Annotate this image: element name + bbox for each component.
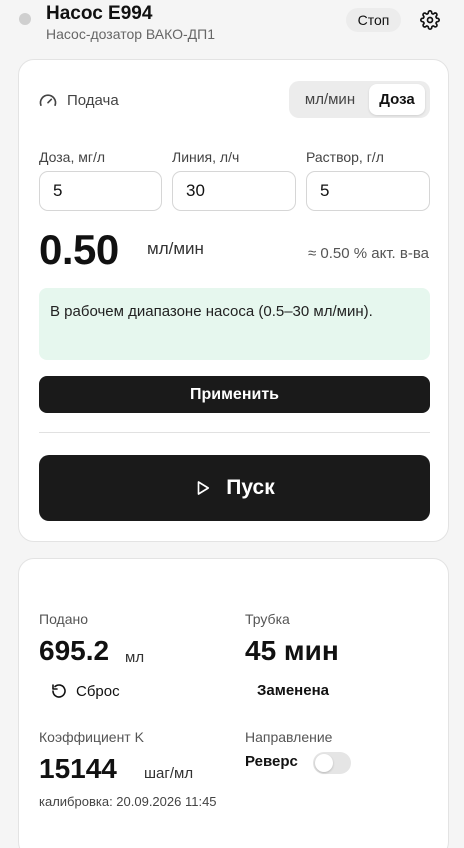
coef-label: Коэффициент K bbox=[39, 729, 144, 745]
header: Насос E994 Насос-дозатор ВАКО-ДП1 Стоп bbox=[0, 0, 464, 50]
solution-input[interactable] bbox=[306, 171, 430, 211]
mode-option-dose[interactable]: Доза bbox=[369, 84, 425, 115]
feed-card: Подача мл/мин Доза Доза, мг/л Линия, л/ч… bbox=[18, 59, 449, 542]
dose-input[interactable] bbox=[39, 171, 162, 211]
refresh-icon bbox=[51, 683, 67, 699]
feed-label: Подача bbox=[67, 92, 119, 109]
rate-value: 0.50 bbox=[39, 226, 119, 273]
tube-status: Заменена bbox=[257, 682, 329, 699]
mode-switch: мл/мин Доза bbox=[289, 81, 430, 118]
tube-label: Трубка bbox=[245, 611, 290, 627]
delivered-unit: мл bbox=[125, 649, 145, 666]
tube-value: 45 мин bbox=[245, 635, 339, 666]
reverse-label: Реверс bbox=[245, 753, 298, 770]
range-info: В рабочем диапазоне насоса (0.5–30 мл/ми… bbox=[39, 288, 430, 360]
concentration-text: ≈ 0.50 % акт. в-ва bbox=[308, 245, 429, 262]
gear-icon[interactable] bbox=[418, 8, 442, 32]
status-dot-icon bbox=[19, 13, 31, 25]
line-label: Линия, л/ч bbox=[172, 149, 240, 165]
gauge-icon bbox=[38, 91, 58, 111]
pump-subtitle: Насос-дозатор ВАКО-ДП1 bbox=[46, 26, 216, 42]
delivered-value: 695.2 bbox=[39, 635, 110, 666]
stats-card: Подано 695.2 мл Сброс Трубка 45 мин Заме… bbox=[18, 558, 449, 848]
apply-button[interactable]: Применить bbox=[39, 376, 430, 413]
reverse-toggle[interactable] bbox=[313, 752, 351, 774]
coef-unit: шаг/мл bbox=[144, 765, 194, 782]
solution-label: Раствор, г/л bbox=[306, 149, 384, 165]
dose-label: Доза, мг/л bbox=[39, 149, 106, 165]
delivered-label: Подано bbox=[39, 611, 89, 627]
toggle-knob bbox=[315, 754, 333, 772]
play-icon bbox=[194, 479, 212, 497]
coef-value: 15144 bbox=[39, 753, 117, 784]
mode-option-rate[interactable]: мл/мин bbox=[293, 84, 367, 115]
reset-button[interactable]: Сброс bbox=[51, 680, 120, 702]
reset-label: Сброс bbox=[76, 682, 120, 700]
rate-unit: мл/мин bbox=[147, 239, 204, 258]
pump-title: Насос E994 bbox=[46, 3, 153, 24]
start-label: Пуск bbox=[226, 476, 275, 499]
direction-label: Направление bbox=[245, 729, 333, 745]
start-button[interactable]: Пуск bbox=[39, 455, 430, 521]
stop-button[interactable]: Стоп bbox=[346, 8, 401, 32]
divider bbox=[39, 432, 430, 433]
calibration-text: калибровка: 20.09.2026 11:45 bbox=[39, 794, 217, 809]
line-input[interactable] bbox=[172, 171, 296, 211]
